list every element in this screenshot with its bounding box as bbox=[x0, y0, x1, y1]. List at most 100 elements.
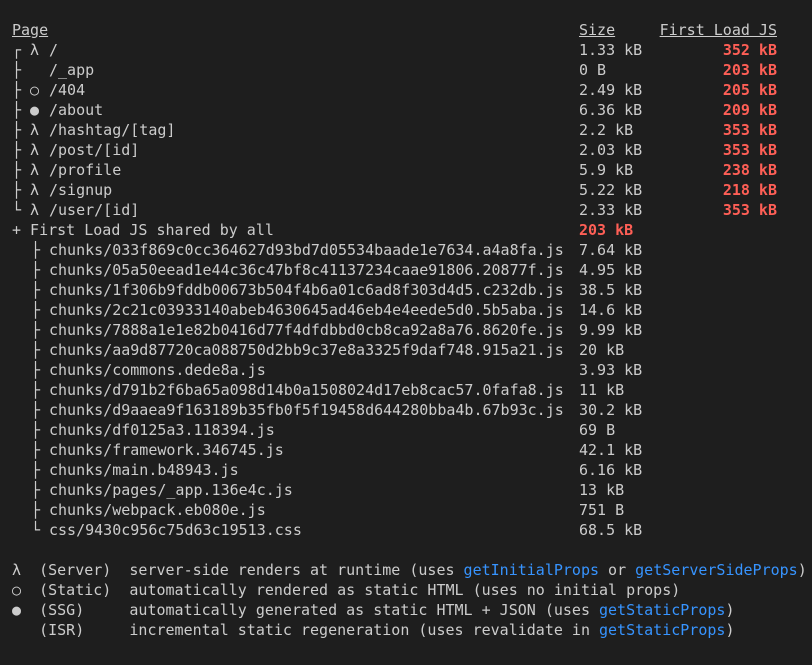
route-size: 2.33 kB bbox=[579, 201, 643, 219]
chunk-tree-glyph: └ bbox=[31, 521, 41, 539]
route-tree-glyph: ├ λ bbox=[12, 141, 40, 159]
chunk-size: 9.99 kB bbox=[579, 321, 643, 339]
route-row: ├ λ/post/[id] 2.03 kB 353 kB bbox=[0, 140, 812, 160]
legend-api-name: getServerSideProps bbox=[635, 561, 798, 579]
chunk-row: ├ chunks/framework.346745.js 42.1 kB bbox=[0, 440, 812, 460]
route-first-load: 203 kB bbox=[722, 61, 777, 79]
chunk-name: chunks/7888a1e1e82b0416d77f4dfdbbd0cb8ca… bbox=[49, 321, 564, 339]
route-first-load: 353 kB bbox=[722, 201, 777, 219]
route-tree-glyph: ├ bbox=[12, 61, 40, 79]
legend-line: (ISR) incremental static regeneration (u… bbox=[12, 620, 734, 640]
route-row: ├ λ/signup 5.22 kB 218 kB bbox=[0, 180, 812, 200]
route-size: 6.36 kB bbox=[579, 101, 643, 119]
route-size: 5.9 kB bbox=[579, 161, 634, 179]
shared-row: + First Load JS shared by all 203 kB bbox=[0, 220, 812, 240]
chunk-name: chunks/1f306b9fddb00673b504f4b6a01c6ad8f… bbox=[49, 281, 564, 299]
chunk-row: ├ chunks/df0125a3.118394.js 69 B bbox=[0, 420, 812, 440]
terminal-output: Page Size First Load JS ┌ λ / 1.33 kB 352 k… bbox=[0, 0, 812, 665]
route-size: 0 B bbox=[579, 61, 607, 79]
chunk-name: chunks/2c21c03933140abeb4630645ad46eb4e4… bbox=[49, 301, 564, 319]
route-path: /user/[id] bbox=[49, 201, 140, 219]
chunk-size: 42.1 kB bbox=[579, 441, 643, 459]
route-first-load: 352 kB bbox=[722, 41, 777, 59]
chunk-row: ├ chunks/commons.dede8a.js 3.93 kB bbox=[0, 360, 812, 380]
chunk-name: chunks/d791b2f6ba65a098d14b0a1508024d17e… bbox=[49, 381, 564, 399]
legend-text: ○ (Static) automatically rendered as sta… bbox=[12, 581, 681, 599]
chunk-size: 38.5 kB bbox=[579, 281, 643, 299]
chunk-tree-glyph: ├ bbox=[31, 361, 41, 379]
route-path: /hashtag/[tag] bbox=[49, 121, 176, 139]
route-tree-glyph: └ λ bbox=[12, 201, 40, 219]
shared-label: + First Load JS shared by all bbox=[12, 221, 274, 239]
route-tree-glyph: ├ λ bbox=[12, 181, 40, 199]
route-tree-glyph: ┌ λ bbox=[12, 41, 40, 59]
chunk-row: ├ chunks/7888a1e1e82b0416d77f4dfdbbd0cb8c… bbox=[0, 320, 812, 340]
chunk-tree-glyph: ├ bbox=[31, 341, 41, 359]
chunk-tree-glyph: ├ bbox=[31, 301, 41, 319]
chunk-row: ├ chunks/pages/_app.136e4c.js 13 kB bbox=[0, 480, 812, 500]
chunk-row: └ css/9430c956c75d63c19513.css 68.5 kB bbox=[0, 520, 812, 540]
chunk-size: 7.64 kB bbox=[579, 241, 643, 259]
legend-line: ○ (Static) automatically rendered as sta… bbox=[12, 580, 680, 600]
chunk-row: ├ chunks/1f306b9fddb00673b504f4b6a01c6ad8… bbox=[0, 280, 812, 300]
chunk-tree-glyph: ├ bbox=[31, 261, 41, 279]
chunk-name: chunks/aa9d87720ca088750d2bb9c37e8a3325f… bbox=[49, 341, 564, 359]
chunk-size: 13 kB bbox=[579, 481, 625, 499]
chunk-row: ├ chunks/d791b2f6ba65a098d14b0a1508024d17… bbox=[0, 380, 812, 400]
route-tree-glyph: ├ ○ bbox=[12, 81, 40, 99]
route-row: ├ ○ /404 2.49 kB 205 kB bbox=[0, 80, 812, 100]
chunk-size: 20 kB bbox=[579, 341, 625, 359]
chunk-size: 11 kB bbox=[579, 381, 625, 399]
route-tree-glyph: ├ λ bbox=[12, 121, 40, 139]
shared-value: 203 kB bbox=[579, 221, 634, 239]
route-row: ├ λ/hashtag/[tag] 2.2 kB 353 kB bbox=[0, 120, 812, 140]
route-first-load: 218 kB bbox=[722, 181, 777, 199]
legend-api-name: getStaticProps bbox=[599, 601, 726, 619]
route-path: /_app bbox=[49, 61, 95, 79]
legend-text: ● (SSG) automatically generated as stati… bbox=[12, 601, 599, 619]
route-tree-glyph: ├ λ bbox=[12, 161, 40, 179]
route-path: /profile bbox=[49, 161, 122, 179]
route-first-load: 238 kB bbox=[722, 161, 777, 179]
chunk-tree-glyph: ├ bbox=[31, 501, 41, 519]
route-first-load: 353 kB bbox=[722, 121, 777, 139]
chunk-tree-glyph: ├ bbox=[31, 281, 41, 299]
chunk-name: chunks/033f869c0cc364627d93bd7d05534baad… bbox=[49, 241, 564, 259]
route-row: ├ λ/profile 5.9 kB 238 kB bbox=[0, 160, 812, 180]
legend-line: ● (SSG) automatically generated as stati… bbox=[12, 600, 734, 620]
route-first-load: 353 kB bbox=[722, 141, 777, 159]
chunk-row: ├ chunks/2c21c03933140abeb4630645ad46eb4e… bbox=[0, 300, 812, 320]
chunk-tree-glyph: ├ bbox=[31, 381, 41, 399]
route-size: 1.33 kB bbox=[579, 41, 643, 59]
chunk-tree-glyph: ├ bbox=[31, 421, 41, 439]
chunk-tree-glyph: ├ bbox=[31, 321, 41, 339]
route-size: 2.49 kB bbox=[579, 81, 643, 99]
chunk-size: 4.95 kB bbox=[579, 261, 643, 279]
legend-text: ) bbox=[797, 561, 807, 579]
route-row: ├ /_app 0 B 203 kB bbox=[0, 60, 812, 80]
table-header: Page Size First Load JS bbox=[0, 20, 812, 40]
legend-api-name: getInitialProps bbox=[463, 561, 600, 579]
route-size: 5.22 kB bbox=[579, 181, 643, 199]
chunk-name: css/9430c956c75d63c19513.css bbox=[49, 521, 302, 539]
chunk-name: chunks/webpack.eb080e.js bbox=[49, 501, 266, 519]
chunk-tree-glyph: ├ bbox=[31, 241, 41, 259]
legend-api-name: getStaticProps bbox=[599, 621, 726, 639]
legend-text: or bbox=[599, 561, 636, 579]
chunk-name: chunks/pages/_app.136e4c.js bbox=[49, 481, 293, 499]
chunk-size: 14.6 kB bbox=[579, 301, 643, 319]
route-size: 2.2 kB bbox=[579, 121, 634, 139]
chunk-size: 6.16 kB bbox=[579, 461, 643, 479]
legend-text: ) bbox=[725, 621, 735, 639]
route-path: / bbox=[49, 41, 59, 59]
chunk-name: chunks/framework.346745.js bbox=[49, 441, 284, 459]
chunk-size: 30.2 kB bbox=[579, 401, 643, 419]
route-first-load: 209 kB bbox=[722, 101, 777, 119]
chunk-tree-glyph: ├ bbox=[31, 461, 41, 479]
chunk-name: chunks/d9aaea9f163189b35fb0f5f19458d6442… bbox=[49, 401, 564, 419]
chunk-tree-glyph: ├ bbox=[31, 441, 41, 459]
legend-text: λ (Server) server-side renders at runtim… bbox=[12, 561, 464, 579]
chunk-row: ├ chunks/05a50eead1e44c36c47bf8c41137234c… bbox=[0, 260, 812, 280]
chunk-tree-glyph: ├ bbox=[31, 401, 41, 419]
chunk-row: ├ chunks/main.b48943.js 6.16 kB bbox=[0, 460, 812, 480]
